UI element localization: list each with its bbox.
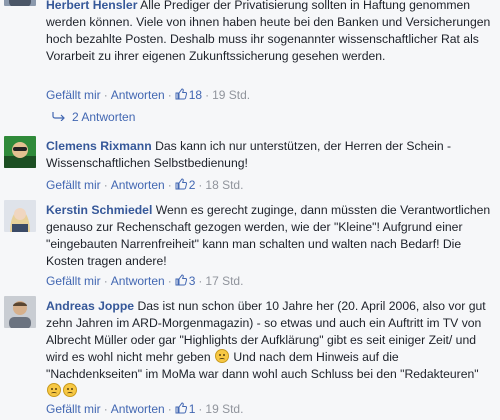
reply-button[interactable]: Antworten xyxy=(111,402,165,416)
avatar[interactable] xyxy=(4,0,36,6)
like-button[interactable]: Gefällt mir xyxy=(46,88,101,102)
separator: · xyxy=(167,274,172,288)
separator: · xyxy=(103,88,108,102)
avatar[interactable] xyxy=(4,296,36,328)
replies-count-label: 2 Antworten xyxy=(72,110,136,124)
comment-actions: Gefällt mir · Antworten · 1 · 19 Std. xyxy=(46,401,243,417)
like-count-value: 18 xyxy=(188,88,203,102)
avatar[interactable] xyxy=(4,136,36,168)
separator: · xyxy=(198,274,203,288)
thumbs-up-icon xyxy=(175,274,187,286)
author-name[interactable]: Kerstin Schmiedel xyxy=(46,203,152,217)
view-replies-link[interactable]: 2 Antworten xyxy=(52,110,135,124)
frown-emoji-icon xyxy=(47,383,61,397)
separator: · xyxy=(103,178,108,192)
separator: · xyxy=(167,178,172,192)
author-name[interactable]: Herbert Hensler xyxy=(46,0,137,12)
separator: · xyxy=(198,402,203,416)
comment-actions: Gefällt mir · Antworten · 18 · 19 Std. xyxy=(46,87,250,103)
like-count[interactable]: 1 xyxy=(175,402,196,416)
like-count-value: 3 xyxy=(188,274,196,288)
like-count-value: 2 xyxy=(188,178,196,192)
comment-body: Clemens Rixmann Das kann ich nur unterst… xyxy=(46,138,496,172)
separator: · xyxy=(205,88,210,102)
separator: · xyxy=(167,88,172,102)
like-button[interactable]: Gefällt mir xyxy=(46,178,101,192)
separator: · xyxy=(198,178,203,192)
reply-button[interactable]: Antworten xyxy=(111,178,165,192)
avatar[interactable] xyxy=(4,200,36,232)
like-button[interactable]: Gefällt mir xyxy=(46,402,101,416)
reply-arrow-icon xyxy=(52,112,65,121)
like-count[interactable]: 18 xyxy=(175,88,202,102)
reply-button[interactable]: Antworten xyxy=(111,274,165,288)
comment-body: Herbert Hensler Alle Prediger der Privat… xyxy=(46,0,496,65)
separator: · xyxy=(103,402,108,416)
thumbs-up-icon xyxy=(175,402,187,414)
comment-actions: Gefällt mir · Antworten · 2 · 18 Std. xyxy=(46,177,243,193)
separator: · xyxy=(167,402,172,416)
like-count-value: 1 xyxy=(188,402,196,416)
author-name[interactable]: Clemens Rixmann xyxy=(46,139,152,153)
timestamp[interactable]: 17 Std. xyxy=(205,274,243,288)
thumbs-up-icon xyxy=(175,178,187,190)
comment-body: Andreas Joppe Das ist nun schon über 10 … xyxy=(46,298,496,400)
frown-emoji-icon xyxy=(63,383,77,397)
timestamp[interactable]: 19 Std. xyxy=(212,88,250,102)
like-count[interactable]: 3 xyxy=(175,274,196,288)
timestamp[interactable]: 18 Std. xyxy=(205,178,243,192)
reply-button[interactable]: Antworten xyxy=(111,88,165,102)
comment-actions: Gefällt mir · Antworten · 3 · 17 Std. xyxy=(46,273,243,289)
author-name[interactable]: Andreas Joppe xyxy=(46,299,134,313)
frown-emoji-icon xyxy=(215,349,230,363)
timestamp[interactable]: 19 Std. xyxy=(205,402,243,416)
thumbs-up-icon xyxy=(175,88,187,100)
comment-body: Kerstin Schmiedel Wenn es gerecht zuging… xyxy=(46,202,496,270)
like-button[interactable]: Gefällt mir xyxy=(46,274,101,288)
like-count[interactable]: 2 xyxy=(175,178,196,192)
separator: · xyxy=(103,274,108,288)
